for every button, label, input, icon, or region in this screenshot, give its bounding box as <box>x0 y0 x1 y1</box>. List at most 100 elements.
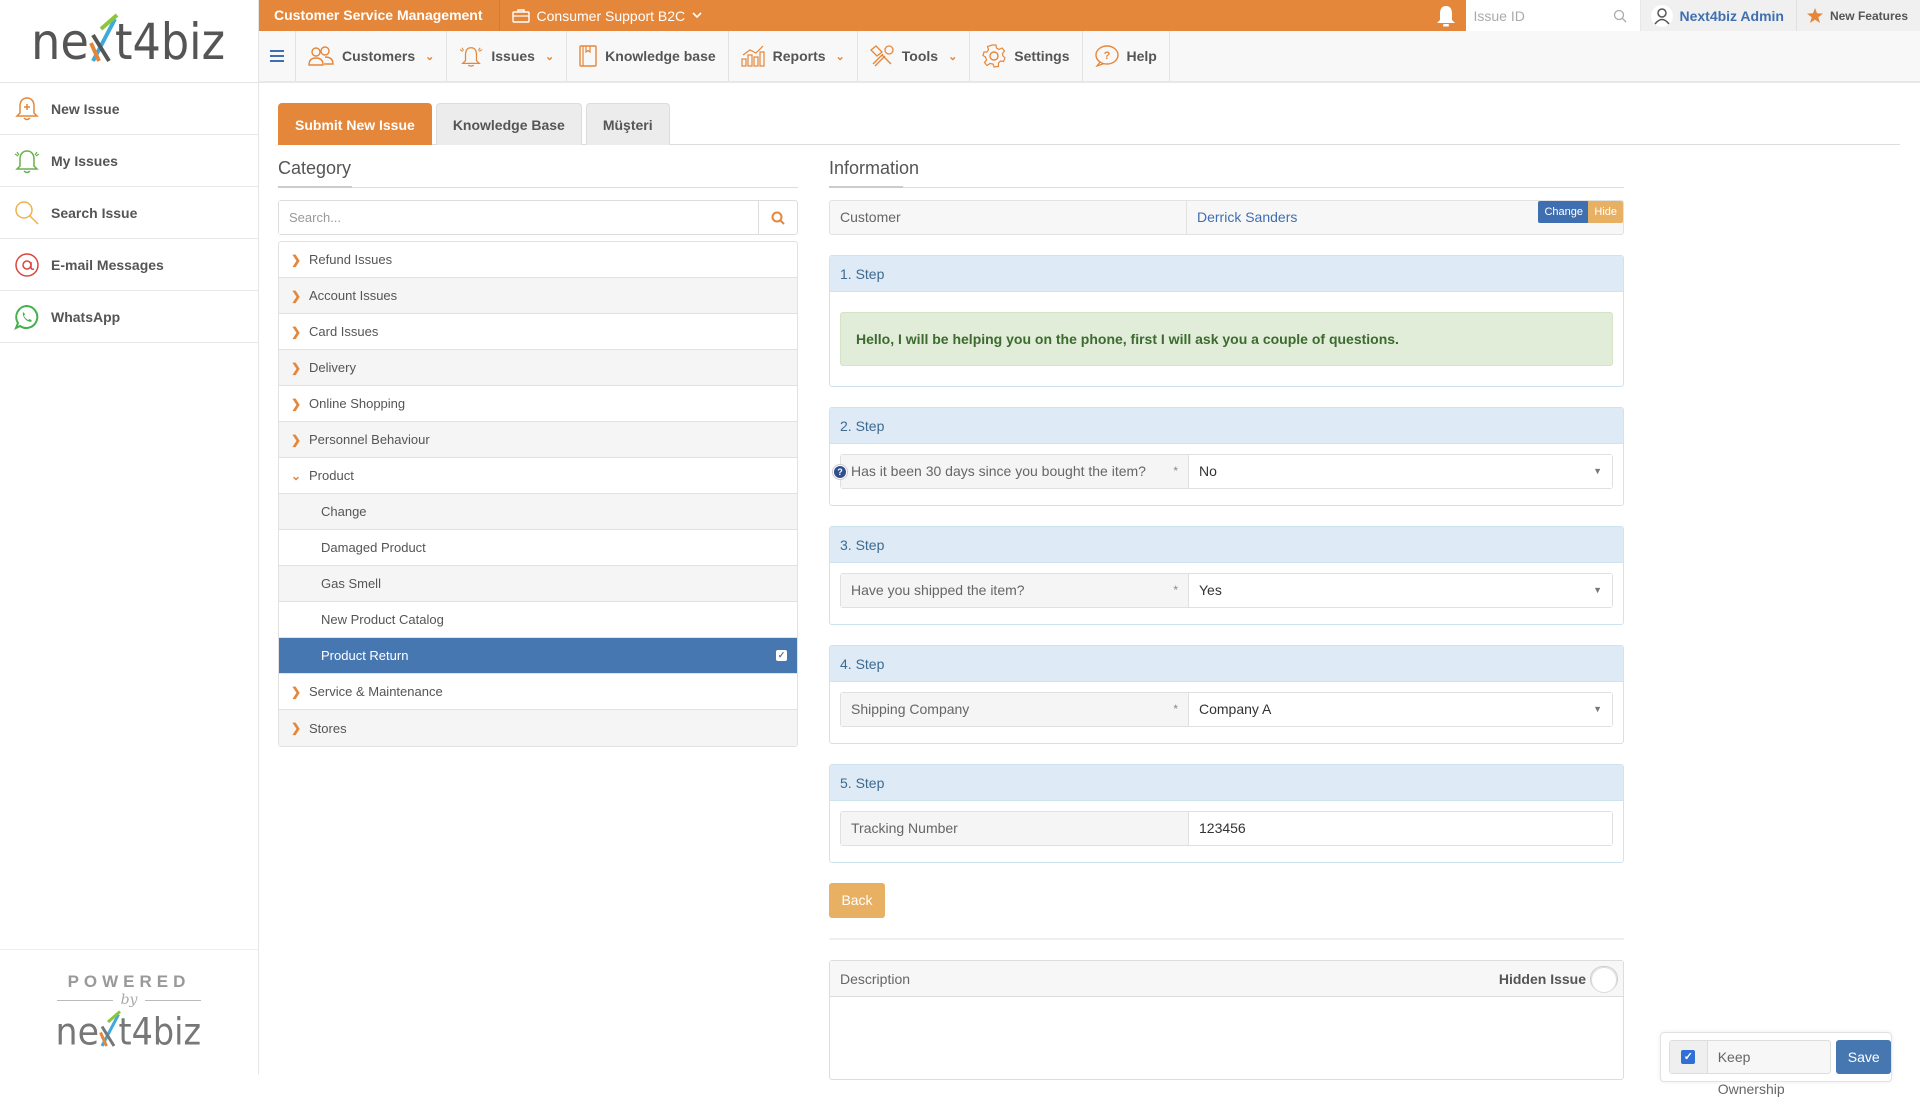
workspace-selector[interactable]: Consumer Support B2C <box>499 0 715 31</box>
nav-tools[interactable]: Tools ⌄ <box>858 31 971 81</box>
category-item-refund-issues[interactable]: ❯ Refund Issues <box>279 242 797 278</box>
step-panel: 1. Step Hello, I will be helping you on … <box>829 255 1624 387</box>
issue-id-input[interactable] <box>1473 7 1614 24</box>
subcategory-item-product-return[interactable]: Product Return ✓ <box>279 638 797 674</box>
subcategory-item-gas-smell[interactable]: Gas Smell <box>279 566 797 602</box>
step-title: 5. Step <box>830 765 1623 801</box>
notifications-button[interactable] <box>1426 5 1466 27</box>
step-panel: 2. Step ? Has it been 30 days since you … <box>829 407 1624 506</box>
chevron-right-icon: ❯ <box>291 288 302 303</box>
sidebar-item-label: New Issue <box>51 100 120 117</box>
workspace-label: Consumer Support B2C <box>536 7 686 24</box>
chevron-down-icon: ⌄ <box>948 50 958 63</box>
sidebar-item-my-issues[interactable]: My Issues <box>0 135 258 187</box>
logo[interactable]: ne t4biz <box>0 0 258 83</box>
svg-text:?: ? <box>1103 50 1110 62</box>
chevron-down-icon <box>692 12 702 19</box>
chevron-down-icon: ⌄ <box>291 468 302 483</box>
user-menu[interactable]: Next4biz Admin <box>1641 0 1797 31</box>
divider <box>829 938 1624 940</box>
category-item-personnel-behaviour[interactable]: ❯ Personnel Behaviour <box>279 422 797 458</box>
keep-ownership-checkbox[interactable]: ✓ <box>1670 1041 1708 1073</box>
subcategory-item-change[interactable]: Change <box>279 494 797 530</box>
tracking-number-input[interactable]: 123456 <box>1189 812 1612 845</box>
category-search <box>278 200 798 235</box>
tracking-number-field: Tracking Number 123456 <box>840 811 1613 846</box>
days-since-purchase-select[interactable]: No ▼ <box>1189 455 1612 488</box>
field-label: Shipping Company <box>851 701 970 717</box>
hide-customer-button[interactable]: Hide <box>1588 201 1623 223</box>
item-shipped-select[interactable]: Yes ▼ <box>1189 574 1612 607</box>
search-icon <box>14 200 40 226</box>
powered-by: POWERED by ne t4biz <box>0 949 258 1074</box>
sidebar-item-whatsapp[interactable]: WhatsApp <box>0 291 258 343</box>
back-button[interactable]: Back <box>829 883 885 918</box>
category-item-online-shopping[interactable]: ❯ Online Shopping <box>279 386 797 422</box>
nav-issues[interactable]: Issues ⌄ <box>447 31 568 81</box>
category-search-input[interactable] <box>279 201 758 234</box>
app-title: Customer Service Management <box>259 0 500 31</box>
subcategory-item-new-product-catalog[interactable]: New Product Catalog <box>279 602 797 638</box>
nav-knowledge-base[interactable]: Knowledge base <box>567 31 729 81</box>
user-name: Next4biz Admin <box>1679 7 1784 24</box>
nav-customers[interactable]: Customers ⌄ <box>296 31 448 81</box>
field-label: Tracking Number <box>851 820 958 836</box>
checkbox-checked-icon: ✓ <box>1681 1050 1696 1064</box>
required-marker: * <box>1173 702 1178 716</box>
dropdown-arrow-icon: ▼ <box>1593 466 1602 476</box>
change-customer-button[interactable]: Change <box>1538 201 1589 223</box>
category-item-account-issues[interactable]: ❯ Account Issues <box>279 278 797 314</box>
nav-settings[interactable]: Settings <box>970 31 1083 81</box>
step-panel: 3. Step Have you shipped the item? * Yes ▼ <box>829 526 1624 625</box>
step-title: 3. Step <box>830 527 1623 563</box>
sidebar-item-email-messages[interactable]: E-mail Messages <box>0 239 258 291</box>
chevron-right-icon: ❯ <box>291 324 302 339</box>
gear-icon <box>982 44 1006 68</box>
dropdown-arrow-icon: ▼ <box>1593 585 1602 595</box>
information-title: Information <box>829 158 1624 188</box>
help-icon[interactable]: ? <box>832 464 848 480</box>
issue-id-search <box>1466 0 1642 31</box>
category-item-product[interactable]: ⌄ Product <box>279 458 797 494</box>
help-bubble-icon: ? <box>1094 45 1119 67</box>
star-icon <box>1806 8 1823 23</box>
category-item-service-maintenance[interactable]: ❯ Service & Maintenance <box>279 674 797 710</box>
customer-value[interactable]: Derrick Sanders <box>1187 201 1297 234</box>
briefcase-icon <box>511 8 530 23</box>
category-tree: ❯ Refund Issues ❯ Account Issues ❯ Card Iss… <box>278 241 798 747</box>
category-item-delivery[interactable]: ❯ Delivery <box>279 350 797 386</box>
tab-musteri[interactable]: Müşteri <box>585 103 670 145</box>
powered-label: POWERED <box>67 972 191 991</box>
shipping-company-select[interactable]: Company A ▼ <box>1189 693 1612 726</box>
tab-submit-new-issue[interactable]: Submit New Issue <box>278 103 432 145</box>
hidden-issue-toggle[interactable] <box>1590 965 1618 993</box>
svg-text:ne: ne <box>56 1010 100 1054</box>
chevron-right-icon: ❯ <box>291 721 302 735</box>
tab-knowledge-base[interactable]: Knowledge Base <box>435 103 582 145</box>
by-label: by <box>120 992 138 1008</box>
save-bar: ✓ Keep Ownership Save <box>1660 1032 1892 1097</box>
dropdown-arrow-icon: ▼ <box>1593 704 1602 714</box>
new-features-button[interactable]: New Features <box>1796 0 1920 31</box>
nav-reports[interactable]: Reports ⌄ <box>729 31 858 81</box>
field-label: Has it been 30 days since you bought the… <box>851 463 1146 479</box>
search-icon[interactable] <box>1613 9 1627 23</box>
category-title: Category <box>278 158 798 188</box>
tools-icon <box>869 45 894 67</box>
customer-row: Customer Derrick Sanders Change Hide <box>829 200 1624 235</box>
bell-icon <box>1437 5 1456 26</box>
save-button[interactable]: Save <box>1836 1040 1891 1074</box>
nav-help[interactable]: ? Help <box>1083 31 1170 81</box>
chevron-right-icon: ❯ <box>291 396 302 411</box>
sidebar-item-new-issue[interactable]: New Issue <box>0 83 258 135</box>
sidebar-item-search-issue[interactable]: Search Issue <box>0 187 258 239</box>
category-item-stores[interactable]: ❯ Stores <box>279 710 797 746</box>
chevron-right-icon: ❯ <box>291 432 302 447</box>
days-since-purchase-field: ? Has it been 30 days since you bought t… <box>832 454 1613 489</box>
subcategory-item-damaged-product[interactable]: Damaged Product <box>279 530 797 566</box>
category-item-card-issues[interactable]: ❯ Card Issues <box>279 314 797 350</box>
bell-ring-icon <box>14 148 40 174</box>
description-label: Description <box>840 970 911 987</box>
category-search-button[interactable] <box>758 201 797 234</box>
menu-toggle-button[interactable] <box>259 31 296 81</box>
